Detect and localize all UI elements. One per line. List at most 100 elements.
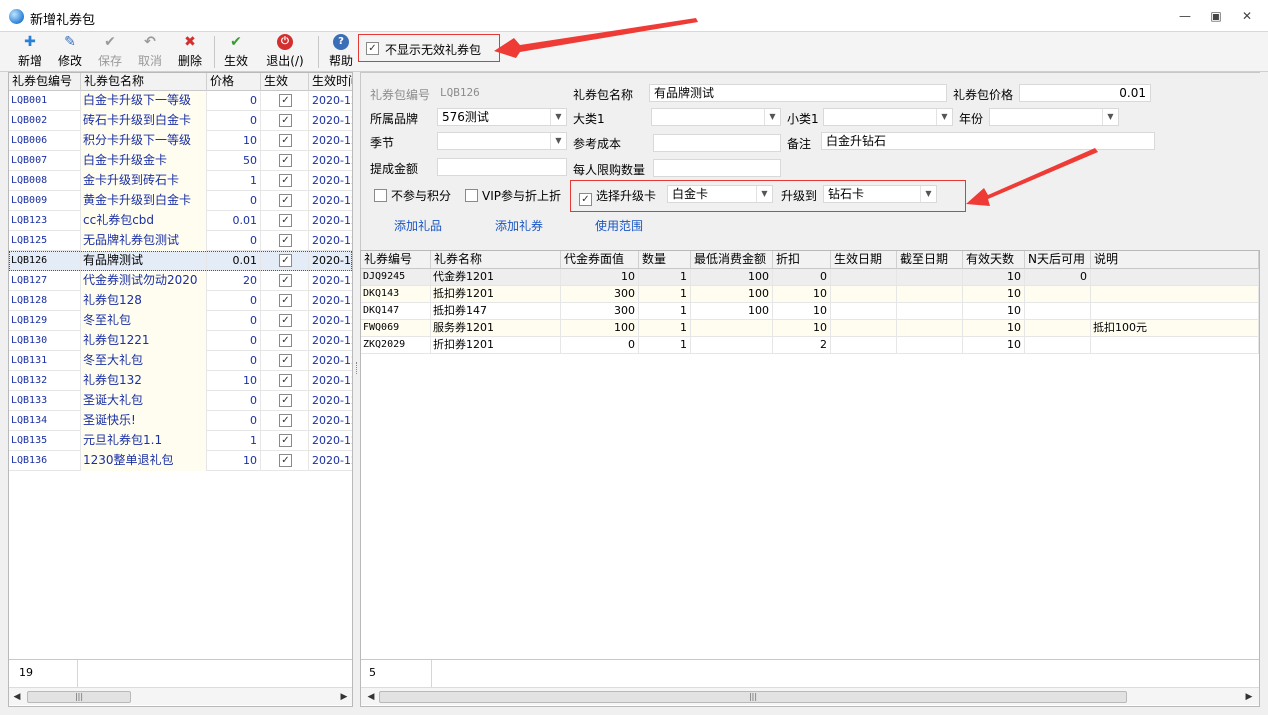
- price-field[interactable]: 0.01: [1019, 84, 1151, 102]
- col-header-disc[interactable]: 折扣: [773, 251, 831, 269]
- table-row[interactable]: LQB129冬至礼包0 ✓ 2020-12: [9, 311, 352, 331]
- checkbox-checked-icon[interactable]: ✓: [279, 234, 292, 247]
- table-row[interactable]: LQB008金卡升级到砖石卡1 ✓ 2020-12: [9, 171, 352, 191]
- col-header-code[interactable]: 礼券包编号: [9, 73, 81, 91]
- table-row[interactable]: LQB135元旦礼券包1.11 ✓ 2020-12: [9, 431, 352, 451]
- table-row[interactable]: LQB131冬至大礼包0 ✓ 2020-12: [9, 351, 352, 371]
- col-header-code[interactable]: 礼券编号: [361, 251, 431, 269]
- col-header-note[interactable]: 说明: [1091, 251, 1259, 269]
- category1-select[interactable]: ▼: [651, 108, 781, 126]
- scroll-left-icon[interactable]: ◀: [11, 690, 23, 704]
- add-coupon-link[interactable]: 添加礼券: [495, 217, 543, 234]
- maximize-button[interactable]: ▣: [1205, 6, 1227, 26]
- table-row[interactable]: LQB006积分卡升级下一等级10 ✓ 2020-12: [9, 131, 352, 151]
- checkbox-checked-icon[interactable]: ✓: [279, 294, 292, 307]
- checkbox-checked-icon[interactable]: ✓: [279, 334, 292, 347]
- col-header-date[interactable]: 生效时间: [309, 73, 352, 91]
- table-row[interactable]: LQB127代金券测试勿动202020 ✓ 2020-12: [9, 271, 352, 291]
- edit-button[interactable]: ✎ 修改: [54, 34, 86, 70]
- table-row[interactable]: LQB123cc礼券包cbd0.01 ✓ 2020-12: [9, 211, 352, 231]
- minimize-button[interactable]: —: [1174, 6, 1196, 26]
- remark-field[interactable]: 白金升钻石: [821, 132, 1155, 150]
- table-row[interactable]: DKQ147 抵扣券147 300 1 100 10 10: [361, 303, 1259, 320]
- chevron-down-icon[interactable]: ▼: [550, 133, 566, 149]
- checkbox-checked-icon[interactable]: ✓: [279, 314, 292, 327]
- vip-discount-checkbox[interactable]: VIP参与折上折: [465, 187, 561, 204]
- scroll-right-icon[interactable]: ▶: [338, 690, 350, 704]
- commission-field[interactable]: [437, 158, 567, 176]
- activate-button[interactable]: ✔ 生效: [220, 34, 252, 70]
- close-button[interactable]: ✕: [1236, 6, 1258, 26]
- col-header-end[interactable]: 截至日期: [897, 251, 963, 269]
- scroll-left-icon[interactable]: ◀: [365, 690, 377, 704]
- col-header-min[interactable]: 最低消费金额: [691, 251, 773, 269]
- chevron-down-icon[interactable]: ▼: [936, 109, 952, 125]
- col-header-face[interactable]: 代金券面值: [561, 251, 639, 269]
- table-row[interactable]: LQB132礼券包13210 ✓ 2020-12: [9, 371, 352, 391]
- table-row[interactable]: LQB1361230整单退礼包10 ✓ 2020-12: [9, 451, 352, 471]
- col-header-start[interactable]: 生效日期: [831, 251, 897, 269]
- checkbox-checked-icon[interactable]: ✓: [279, 394, 292, 407]
- table-row[interactable]: LQB126有品牌测试0.01 ✓ 2020-12: [9, 251, 352, 271]
- table-row[interactable]: LQB133圣诞大礼包0 ✓ 2020-12: [9, 391, 352, 411]
- table-row[interactable]: DJQ9245 代金券1201 10 1 100 0 10 0: [361, 269, 1259, 286]
- horizontal-scrollbar[interactable]: ◀ ||| ▶: [361, 687, 1259, 705]
- brand-select[interactable]: 576测试 ▼: [437, 108, 567, 126]
- col-header-days[interactable]: 有效天数: [963, 251, 1025, 269]
- table-row[interactable]: ZKQ2029 折扣券1201 0 1 2 10: [361, 337, 1259, 354]
- checkbox-checked-icon[interactable]: ✓: [279, 254, 292, 267]
- horizontal-scrollbar[interactable]: ◀ ||| ▶: [9, 687, 352, 705]
- table-row[interactable]: LQB128礼券包1280 ✓ 2020-12: [9, 291, 352, 311]
- add-gift-link[interactable]: 添加礼品: [394, 217, 442, 234]
- table-row[interactable]: LQB130礼券包12210 ✓ 2020-12: [9, 331, 352, 351]
- year-select[interactable]: ▼: [989, 108, 1119, 126]
- checkbox-checked-icon[interactable]: ✓: [279, 174, 292, 187]
- reference-cost-field[interactable]: [653, 134, 781, 152]
- checkbox-checked-icon[interactable]: ✓: [279, 454, 292, 467]
- checkbox-checked-icon[interactable]: ✓: [279, 214, 292, 227]
- name-field[interactable]: 有品牌测试: [649, 84, 947, 102]
- checkbox-checked-icon[interactable]: ✓: [279, 274, 292, 287]
- chevron-down-icon[interactable]: ▼: [550, 109, 566, 125]
- delete-button[interactable]: ✖ 删除: [174, 34, 206, 70]
- usage-scope-link[interactable]: 使用范围: [595, 217, 643, 234]
- col-header-price[interactable]: 价格: [207, 73, 261, 91]
- hide-invalid-checkbox[interactable]: ✓ 不显示无效礼券包: [358, 34, 500, 62]
- table-row[interactable]: LQB001白金卡升级下一等级0 ✓ 2020-12: [9, 91, 352, 111]
- subcategory1-select[interactable]: ▼: [823, 108, 953, 126]
- chevron-down-icon[interactable]: ▼: [764, 109, 780, 125]
- scroll-thumb[interactable]: |||: [27, 691, 131, 703]
- checkbox-checked-icon[interactable]: ✓: [279, 374, 292, 387]
- checkbox-checked-icon[interactable]: ✓: [279, 114, 292, 127]
- col-header-qty[interactable]: 数量: [639, 251, 691, 269]
- cancel-button[interactable]: ↶ 取消: [134, 34, 166, 70]
- checkbox-checked-icon[interactable]: ✓: [279, 154, 292, 167]
- checkbox-checked-icon[interactable]: ✓: [279, 434, 292, 447]
- exit-button[interactable]: ⏻ 退出(/): [262, 34, 308, 70]
- table-row[interactable]: LQB002砖石卡升级到白金卡0 ✓ 2020-12: [9, 111, 352, 131]
- checkbox-checked-icon[interactable]: ✓: [279, 94, 292, 107]
- help-button[interactable]: ? 帮助: [326, 34, 356, 70]
- checkbox-checked-icon[interactable]: ✓: [279, 194, 292, 207]
- chevron-down-icon[interactable]: ▼: [1102, 109, 1118, 125]
- save-button[interactable]: ✔ 保存: [94, 34, 126, 70]
- checkbox-checked-icon[interactable]: ✓: [279, 414, 292, 427]
- season-select[interactable]: ▼: [437, 132, 567, 150]
- table-row[interactable]: FWQ069 服务券1201 100 1 10 10 抵扣100元: [361, 320, 1259, 337]
- purchase-limit-field[interactable]: [653, 159, 781, 177]
- col-header-name[interactable]: 礼券包名称: [81, 73, 207, 91]
- col-header-valid[interactable]: 生效: [261, 73, 309, 91]
- scroll-thumb[interactable]: |||: [379, 691, 1127, 703]
- col-header-name[interactable]: 礼券名称: [431, 251, 561, 269]
- table-row[interactable]: LQB009黄金卡升级到白金卡0 ✓ 2020-12: [9, 191, 352, 211]
- table-row[interactable]: LQB125无品牌礼券包测试0 ✓ 2020-12: [9, 231, 352, 251]
- add-button[interactable]: ✚ 新增: [14, 34, 46, 70]
- checkbox-checked-icon[interactable]: ✓: [279, 134, 292, 147]
- no-points-checkbox[interactable]: 不参与积分: [374, 187, 451, 204]
- scroll-right-icon[interactable]: ▶: [1243, 690, 1255, 704]
- table-row[interactable]: LQB134圣诞快乐!0 ✓ 2020-12: [9, 411, 352, 431]
- table-row[interactable]: LQB007白金卡升级金卡50 ✓ 2020-12: [9, 151, 352, 171]
- col-header-after[interactable]: N天后可用: [1025, 251, 1091, 269]
- table-row[interactable]: DKQ143 抵扣券1201 300 1 100 10 10: [361, 286, 1259, 303]
- checkbox-checked-icon[interactable]: ✓: [279, 354, 292, 367]
